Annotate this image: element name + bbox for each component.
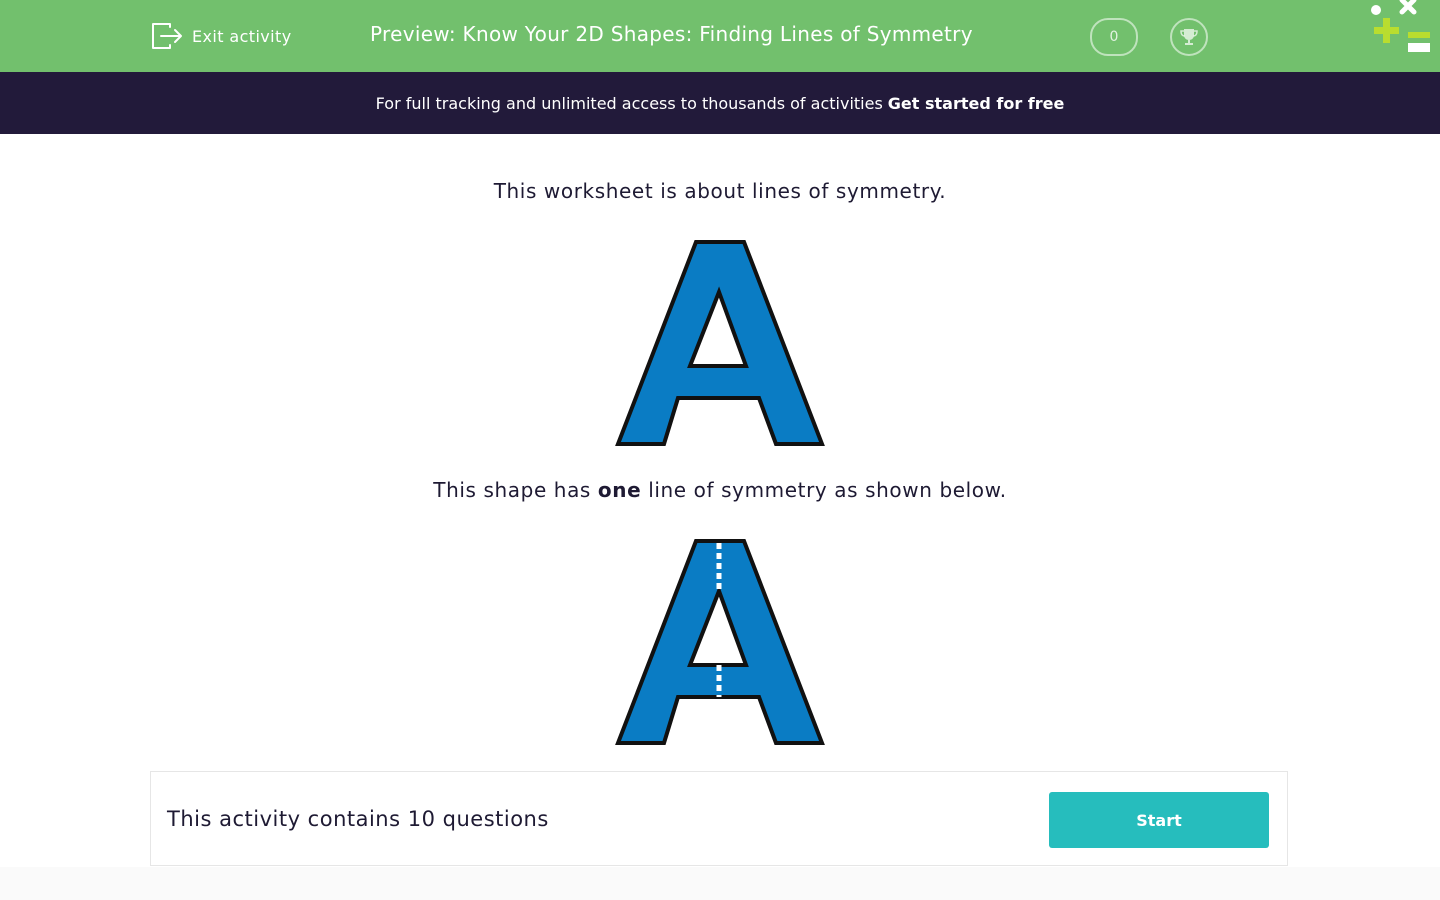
trophy-icon — [1180, 29, 1198, 45]
question-count: This activity contains 10 questions — [167, 807, 549, 831]
description-text: This shape has one line of symmetry as s… — [0, 478, 1440, 502]
page-title: Preview: Know Your 2D Shapes: Finding Li… — [370, 22, 973, 46]
exit-activity-label: Exit activity — [192, 26, 292, 46]
worksheet-content: This worksheet is about lines of symmetr… — [0, 134, 1440, 867]
activity-footer: This activity contains 10 questions Star… — [150, 771, 1288, 866]
score-badge: 0 — [1090, 18, 1138, 56]
start-button[interactable]: Start — [1049, 792, 1269, 848]
signup-banner: For full tracking and unlimited access t… — [0, 72, 1440, 134]
description-text-start: This shape has — [433, 478, 598, 502]
exit-activity-button[interactable]: Exit activity — [150, 20, 292, 52]
description-text-bold: one — [597, 478, 642, 502]
banner-text: For full tracking and unlimited access t… — [375, 93, 883, 113]
logo-icon — [1371, 0, 1430, 52]
trophy-button[interactable] — [1170, 18, 1208, 56]
letter-a-symmetry-shape — [615, 539, 825, 745]
intro-text: This worksheet is about lines of symmetr… — [493, 179, 947, 203]
get-started-link[interactable]: Get started for free — [888, 94, 1065, 113]
exit-icon — [152, 23, 182, 49]
description-text-end: line of symmetry as shown below. — [641, 478, 1007, 502]
top-bar: Exit activity Preview: Know Your 2D Shap… — [0, 0, 1440, 72]
letter-a-shape — [615, 240, 825, 446]
